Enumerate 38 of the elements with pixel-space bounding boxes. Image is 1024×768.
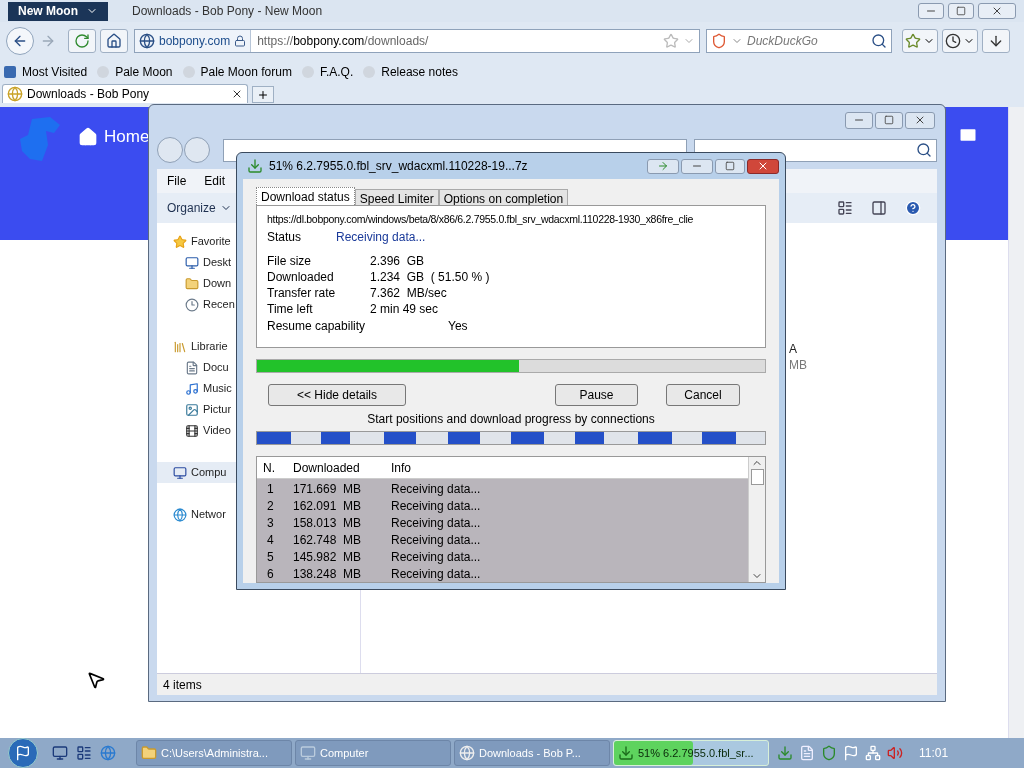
table-cell-text: 1 [266,480,275,498]
table-cell-text: Receiving data... [390,548,482,566]
table-cell-text: Receiving data... [390,531,482,549]
table-cell-text: 145.982 MB [292,548,363,566]
table-cell-text: Receiving data... [390,497,482,515]
table-cell-text: 4 [266,531,275,549]
table-cell-text: 2 [266,497,275,515]
drive-label: A [789,341,798,357]
field-value: 2.396 GB [370,253,425,268]
status-value: Receiving data... [336,229,426,246]
table-cell-text: 162.091 MB [292,497,363,515]
field-label: Transfer rate [267,285,337,300]
window-title: Downloads - Bob Pony - New Moon [132,3,323,20]
table-cell-text: 5 [266,548,275,566]
field-value: 1.234 GB ( 51.50 % ) [370,269,490,284]
download-url: https://dl.bobpony.com/windows/beta/8/x86/6.2.7955.0.fbl_srv_wdacxml.110228-1930_x86fre_clie [267,212,694,227]
field-value: Yes [448,318,468,334]
table-cell-text: 162.748 MB [292,531,363,549]
field-label: Status [267,229,303,246]
field-value: 7.362 MB/sec [370,285,447,300]
status-bar: 4 items [157,673,937,695]
field-value: 2 min 49 sec [370,301,439,316]
table-cell-text: Receiving data... [390,565,482,583]
table-cell-text: 158.013 MB [292,514,363,532]
table-cell-text: 138.248 MB [292,565,363,583]
field-label: File size [267,253,312,268]
dialog-title: 51% 6.2.7955.0.fbl_srv_wdacxml.110228-19...7z [269,158,528,175]
table-cell-text: 171.669 MB [292,480,363,498]
table-cell-text: 3 [266,514,275,532]
table-cell-text: 6 [266,565,275,583]
table-cell-text: Receiving data... [390,514,482,532]
url-text: https://bobpony.com/downloads/ [257,33,429,50]
field-label: Time left [267,301,314,316]
table-cell-text: Receiving data... [390,480,482,498]
field-label: Resume capability [267,318,367,334]
field-label: Downloaded [267,269,335,284]
drive-size: MB [789,357,808,373]
connections-caption: Start positions and download progress by connections [366,411,656,428]
